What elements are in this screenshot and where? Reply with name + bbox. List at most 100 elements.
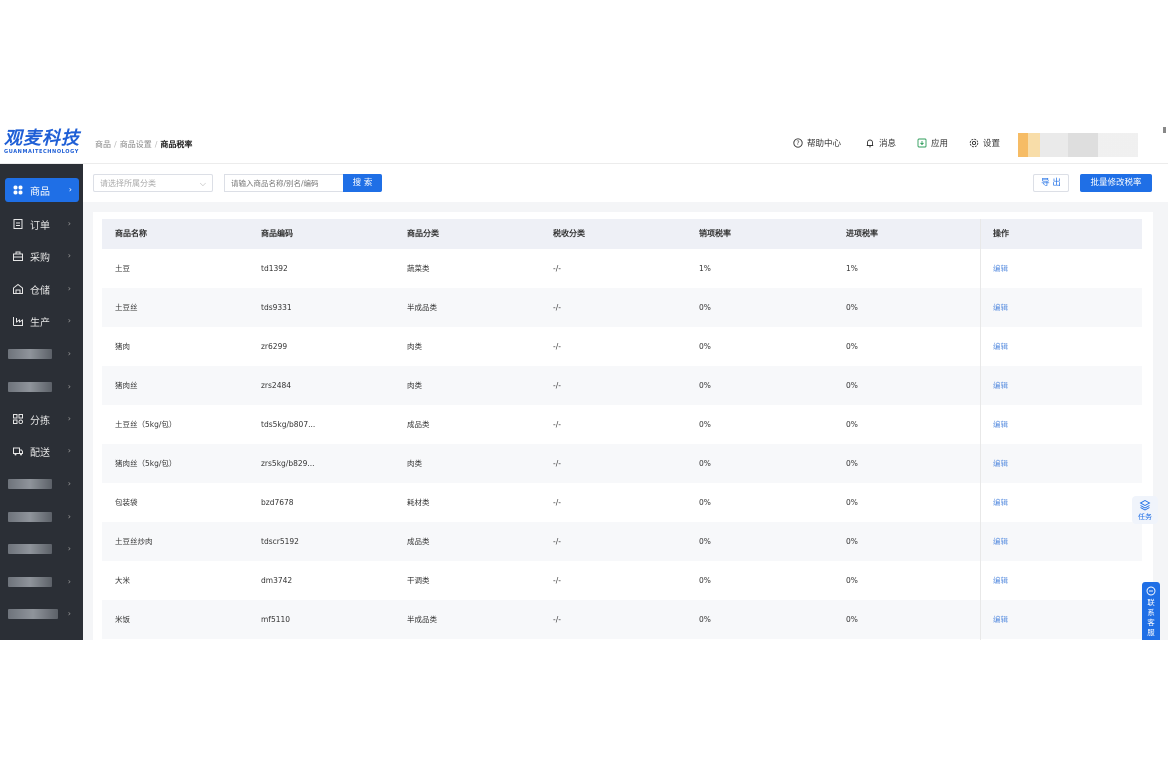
blurred-label: [8, 609, 58, 619]
cell-output-tax: 0%: [699, 342, 711, 351]
cell-input-tax: 0%: [846, 420, 858, 429]
settings-link[interactable]: 设置: [969, 137, 1000, 149]
cell-category: 成品类: [407, 420, 430, 429]
warehouse-icon: [13, 283, 23, 294]
cell-tax-category: -/-: [553, 459, 561, 468]
tax-rate-table: 商品名称 商品编码 商品分类 税收分类 销项税率 进项税率 操作 土豆 td139…: [93, 212, 1153, 640]
purchase-icon: [13, 251, 23, 261]
cell-tax-category: -/-: [553, 342, 561, 351]
search-input[interactable]: [224, 174, 343, 192]
delivery-icon: [13, 447, 23, 456]
contact-service-button[interactable]: 联系客服: [1142, 582, 1160, 640]
goods-icon: [13, 185, 23, 195]
apps-icon: [917, 138, 927, 148]
cell-tax-category: -/-: [553, 615, 561, 624]
task-float-button[interactable]: 任务: [1132, 496, 1158, 524]
app-window: 观麦科技 GUANMAITECHNOLOGY 商品 / 商品设置 / 商品税率 ? 帮助…: [0, 127, 1168, 640]
cell-output-tax: 1%: [699, 264, 711, 273]
help-center-link[interactable]: ? 帮助中心: [793, 137, 841, 149]
blurred-label: [8, 577, 52, 587]
sidebar-item-hidden-2[interactable]: ›: [0, 375, 83, 399]
cell-category: 成品类: [407, 537, 430, 546]
table-row: 猪肉丝 zrs2484 肉类 -/- 0% 0% 编辑: [102, 366, 1142, 405]
order-icon: [13, 219, 23, 229]
edit-link[interactable]: 编辑: [993, 327, 1008, 366]
cell-code: tds9331: [261, 303, 292, 312]
layers-icon: [1139, 499, 1151, 511]
edit-link[interactable]: 编辑: [993, 522, 1008, 561]
sidebar-item-label: 采购: [30, 252, 50, 264]
search-button[interactable]: 搜 索: [343, 174, 382, 192]
sidebar-item-purchase[interactable]: 采购 ›: [0, 244, 83, 268]
sidebar-item-delivery[interactable]: 配送 ›: [0, 439, 83, 463]
messages-link[interactable]: 消息: [865, 137, 896, 149]
top-header: 观麦科技 GUANMAITECHNOLOGY 商品 / 商品设置 / 商品税率 ? 帮助…: [0, 127, 1168, 164]
sidebar-item-production[interactable]: 生产 ›: [0, 309, 83, 333]
breadcrumb-item-goods[interactable]: 商品: [95, 140, 111, 149]
gear-icon: [969, 138, 979, 148]
sidebar-item-sorting[interactable]: 分拣 ›: [0, 407, 83, 431]
table-row: 土豆丝炒肉 tdscr5192 成品类 -/- 0% 0% 编辑: [102, 522, 1142, 561]
cell-name: 土豆丝（5kg/包）: [115, 420, 177, 429]
sidebar-item-hidden-7[interactable]: ›: [0, 602, 83, 626]
cell-category: 干调类: [407, 576, 430, 585]
blurred-label: [8, 544, 52, 554]
column-header-output-tax: 销项税率: [699, 229, 731, 238]
cell-output-tax: 0%: [699, 615, 711, 624]
cell-name: 包装袋: [115, 498, 138, 507]
chat-icon: [1146, 586, 1156, 596]
apps-label: 应用: [931, 139, 949, 149]
cell-code: mf5110: [261, 615, 291, 624]
chevron-right-icon: ›: [67, 544, 71, 553]
user-avatar[interactable]: [1018, 133, 1138, 157]
sidebar-item-hidden-5[interactable]: ›: [0, 537, 83, 561]
cell-input-tax: 0%: [846, 303, 858, 312]
batch-edit-tax-button[interactable]: 批量修改税率: [1080, 174, 1152, 192]
category-select[interactable]: 请选择所属分类 ⌵: [93, 174, 213, 192]
sidebar-item-hidden-6[interactable]: ›: [0, 570, 83, 594]
chevron-right-icon: ›: [67, 512, 71, 521]
cell-tax-category: -/-: [553, 381, 561, 390]
table-row: 土豆 td1392 蔬菜类 -/- 1% 1% 编辑: [102, 249, 1142, 288]
chevron-right-icon: ›: [67, 316, 71, 325]
column-header-name: 商品名称: [115, 229, 147, 238]
edit-link[interactable]: 编辑: [993, 288, 1008, 327]
apps-link[interactable]: 应用: [917, 137, 948, 149]
cell-category: 耗材类: [407, 498, 430, 507]
cell-input-tax: 0%: [846, 576, 858, 585]
cell-name: 大米: [115, 576, 130, 585]
edit-link[interactable]: 编辑: [993, 366, 1008, 405]
breadcrumb-item-goods-settings[interactable]: 商品设置: [120, 140, 152, 149]
edit-link[interactable]: 编辑: [993, 483, 1008, 522]
brand-logo[interactable]: 观麦科技 GUANMAITECHNOLOGY: [4, 130, 84, 160]
sidebar-item-warehouse[interactable]: 仓储 ›: [0, 277, 83, 301]
cell-output-tax: 0%: [699, 420, 711, 429]
cell-category: 蔬菜类: [407, 264, 430, 273]
edit-link[interactable]: 编辑: [993, 405, 1008, 444]
settings-label: 设置: [983, 139, 1001, 149]
edit-link[interactable]: 编辑: [993, 600, 1008, 639]
export-button[interactable]: 导 出: [1033, 174, 1069, 192]
fixed-column-divider: [980, 219, 981, 640]
cell-name: 米饭: [115, 615, 130, 624]
sidebar-item-hidden-4[interactable]: ›: [0, 505, 83, 529]
table-row: 土豆丝（5kg/包） tds5kg/b807... 成品类 -/- 0% 0% 编辑: [102, 405, 1142, 444]
filter-toolbar: 请选择所属分类 ⌵ 搜 索 导 出 批量修改税率: [83, 164, 1168, 202]
edit-link[interactable]: 编辑: [993, 444, 1008, 483]
chevron-right-icon: ›: [67, 446, 71, 455]
cell-name: 土豆: [115, 264, 130, 273]
column-header-code: 商品编码: [261, 229, 293, 238]
window-scrollbar[interactable]: [1163, 127, 1166, 133]
cell-input-tax: 0%: [846, 537, 858, 546]
sidebar-item-goods[interactable]: 商品 ›: [5, 178, 79, 202]
sidebar-item-orders[interactable]: 订单 ›: [0, 212, 83, 236]
edit-link[interactable]: 编辑: [993, 561, 1008, 600]
edit-link[interactable]: 编辑: [993, 249, 1008, 288]
contact-label: 联系客服: [1147, 598, 1155, 637]
bell-icon: [866, 139, 874, 148]
cell-tax-category: -/-: [553, 576, 561, 585]
cell-name: 土豆丝: [115, 303, 138, 312]
sidebar-item-hidden-1[interactable]: ›: [0, 342, 83, 366]
sidebar-item-label: 仓储: [30, 285, 50, 297]
sidebar-item-hidden-3[interactable]: ›: [0, 472, 83, 496]
